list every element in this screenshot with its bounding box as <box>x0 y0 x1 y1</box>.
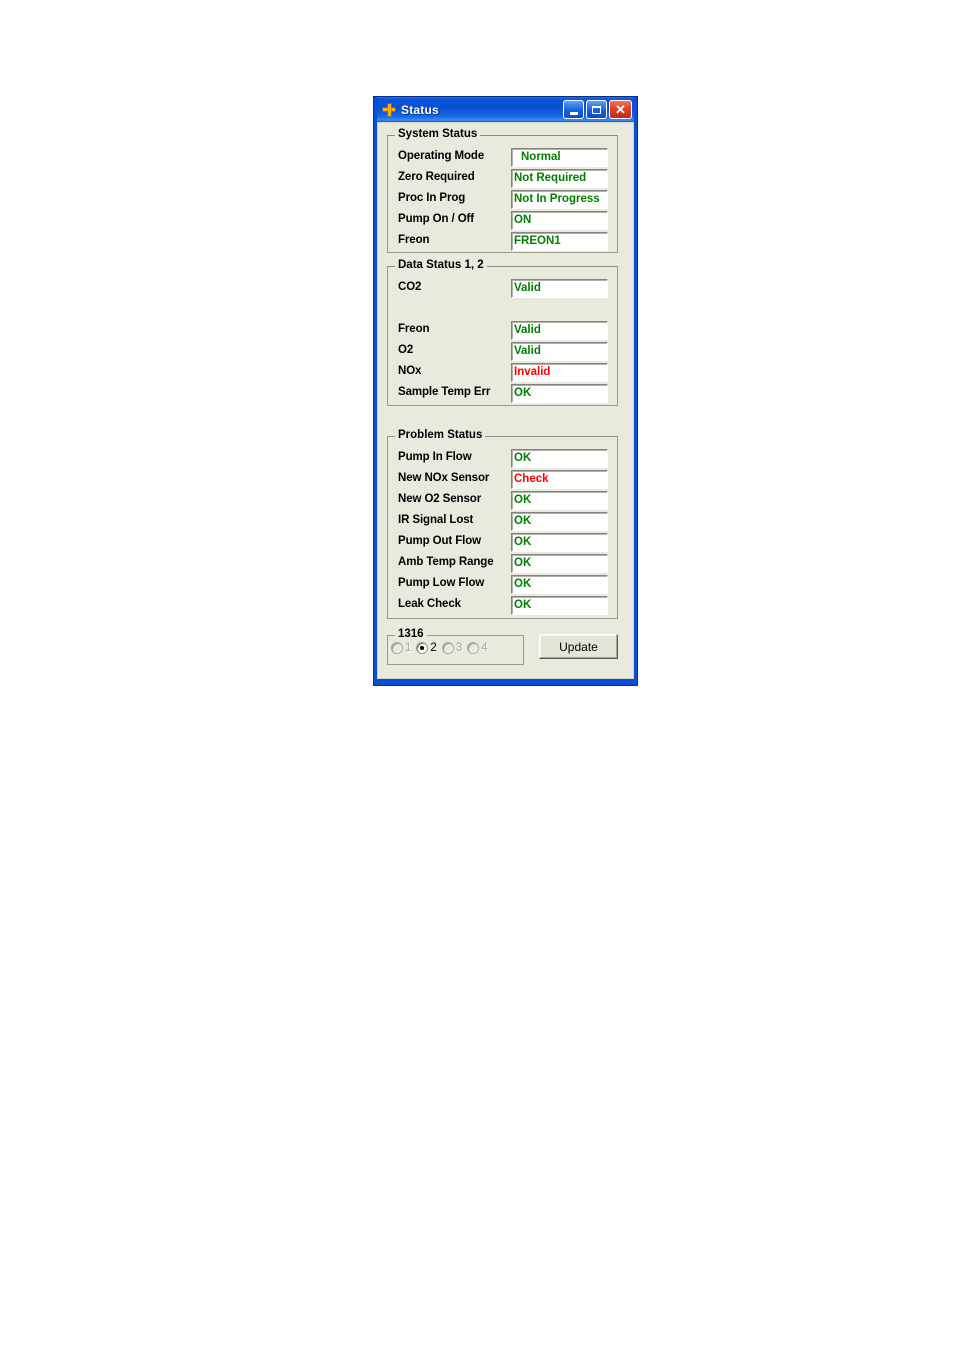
status-row-label: Amb Temp Range <box>398 556 494 568</box>
status-row: Leak Check OK <box>388 596 617 617</box>
radio-dot-icon <box>391 642 403 654</box>
status-value-field: OK <box>511 596 608 615</box>
group-problem-status-title: Problem Status <box>395 429 486 441</box>
status-row-label: Sample Temp Err <box>398 386 491 398</box>
status-row-label: Pump Out Flow <box>398 535 482 547</box>
status-row: Pump In Flow OK <box>388 449 617 470</box>
group-data-status-title: Data Status 1, 2 <box>395 259 487 271</box>
status-value-field: Valid <box>511 321 608 340</box>
status-value-field: OK <box>511 512 608 531</box>
status-row: IR Signal Lost OK <box>388 512 617 533</box>
status-row: Freon Valid <box>388 321 617 342</box>
status-row: Sample Temp Err OK <box>388 384 617 405</box>
status-row-label: Freon <box>398 323 430 335</box>
radio-dot-icon <box>467 642 480 654</box>
status-row-label: New O2 Sensor <box>398 493 482 505</box>
status-value-field: FREON1 <box>511 232 608 251</box>
close-icon: ✕ <box>615 102 626 117</box>
status-value-field: Not In Progress <box>511 190 608 209</box>
status-row: CO2 Valid <box>388 279 617 300</box>
status-value-field: Valid <box>511 279 608 298</box>
radio-option-2[interactable]: 2 <box>416 642 437 654</box>
group-problem-status: Problem Status Pump In Flow OK New NOx Sen… <box>387 429 618 619</box>
crosshair-icon <box>381 102 397 118</box>
status-value-field: OK <box>511 533 608 552</box>
status-row-label: CO2 <box>398 281 422 293</box>
status-row: Pump Low Flow OK <box>388 575 617 596</box>
status-row: O2 Valid <box>388 342 617 363</box>
caption-button-group: ✕ <box>563 100 632 119</box>
radio-option-4: 4 <box>467 642 488 654</box>
status-row-label: Pump Low Flow <box>398 577 485 589</box>
maximize-icon <box>592 105 601 114</box>
status-value-field: OK <box>511 575 608 594</box>
group-system-status-title: System Status <box>395 128 481 140</box>
unit-radio-group[interactable]: 1 2 3 4 <box>391 642 493 654</box>
status-row: Pump Out Flow OK <box>388 533 617 554</box>
status-row: Operating Mode Normal <box>388 148 617 169</box>
status-row-label: Pump On / Off <box>398 213 474 225</box>
group-unit-selector: 1316 1 2 3 4 <box>387 628 524 665</box>
maximize-button[interactable] <box>586 100 607 119</box>
status-value-field: Valid <box>511 342 608 361</box>
status-row-label: IR Signal Lost <box>398 514 474 526</box>
status-row-label: Leak Check <box>398 598 461 610</box>
status-row-label: New NOx Sensor <box>398 472 490 484</box>
status-value-field: Not Required <box>511 169 608 188</box>
radio-option-label: 2 <box>430 642 437 654</box>
window-title: Status <box>401 102 439 117</box>
update-button[interactable]: Update <box>539 634 618 659</box>
radio-option-label: 3 <box>455 642 463 654</box>
status-row: Zero Required Not Required <box>388 169 617 190</box>
group-unit-selector-title: 1316 <box>395 628 427 640</box>
minimize-icon <box>569 111 578 115</box>
group-system-status: System Status Operating Mode Normal Zero R… <box>387 128 618 253</box>
status-value-field: OK <box>511 491 608 510</box>
radio-option-3: 3 <box>441 642 463 654</box>
radio-option-1: 1 <box>391 642 411 654</box>
radio-option-label: 4 <box>481 642 488 654</box>
status-row-label: Proc In Prog <box>398 192 466 204</box>
status-row: Pump On / Off ON <box>388 211 617 232</box>
status-row: NOx Invalid <box>388 363 617 384</box>
status-value-field: Check <box>511 470 608 489</box>
status-value-field: OK <box>511 449 608 468</box>
status-window: Status ✕ System Status Operating Mode Nor… <box>373 96 638 686</box>
status-row: New O2 Sensor OK <box>388 491 617 512</box>
radio-dot-icon <box>441 642 454 654</box>
status-row-label: Freon <box>398 234 430 246</box>
status-row: New NOx Sensor Check <box>388 470 617 491</box>
status-row: Amb Temp Range OK <box>388 554 617 575</box>
radio-dot-icon[interactable] <box>416 642 429 654</box>
status-row-label: Operating Mode <box>398 150 485 162</box>
close-button[interactable]: ✕ <box>609 100 632 119</box>
status-value-field: ON <box>511 211 608 230</box>
radio-option-label: 1 <box>405 642 412 654</box>
status-row-label: Pump In Flow <box>398 451 472 463</box>
status-value-field: OK <box>511 554 608 573</box>
status-value-field: Normal <box>511 148 608 167</box>
status-row-label: O2 <box>398 344 414 356</box>
status-row: Proc In Prog Not In Progress <box>388 190 617 211</box>
status-row-label: Zero Required <box>398 171 475 183</box>
title-bar[interactable]: Status ✕ <box>377 97 634 122</box>
window-client-area: System Status Operating Mode Normal Zero R… <box>377 122 634 679</box>
status-row-label: NOx <box>398 365 422 377</box>
status-row: Freon FREON1 <box>388 232 617 253</box>
group-data-status: Data Status 1, 2 CO2 Valid Freon Valid O2 Val… <box>387 259 618 406</box>
status-value-field: OK <box>511 384 608 403</box>
minimize-button[interactable] <box>563 100 584 119</box>
status-value-field: Invalid <box>511 363 608 382</box>
